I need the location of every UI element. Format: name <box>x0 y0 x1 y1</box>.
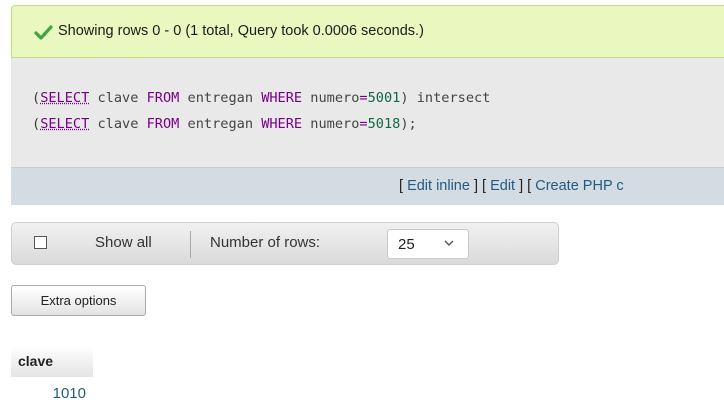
sql-keyword: WHERE <box>261 116 303 132</box>
create-php-code-link[interactable]: Create PHP c <box>535 178 623 194</box>
divider <box>190 231 191 258</box>
success-message-text: Showing rows 0 - 0 (1 total, Query took … <box>58 23 424 39</box>
number-of-rows-value: 25 <box>398 236 415 253</box>
column-header-label: clave <box>18 353 54 369</box>
sql-keyword: FROM <box>146 90 180 106</box>
table-cell[interactable]: 1010 <box>11 377 93 405</box>
show-all-checkbox[interactable] <box>34 236 47 249</box>
sql-keyword: FROM <box>146 116 180 132</box>
sql-token: clave <box>89 90 147 106</box>
sql-token: clave <box>89 116 147 132</box>
sql-keyword-link[interactable]: SELECT <box>40 116 89 132</box>
sql-token: ); <box>400 116 417 132</box>
sql-keyword-link[interactable]: SELECT <box>40 90 89 106</box>
sql-token: ( <box>32 116 41 132</box>
sql-operator: = <box>359 116 368 132</box>
sql-query-box: (SELECT clave FROM entregan WHERE numero… <box>11 58 724 167</box>
sql-number: 5018 <box>367 116 401 132</box>
show-all-label[interactable]: Show all <box>95 234 152 251</box>
sql-line-2: (SELECT clave FROM entregan WHERE numero… <box>32 116 417 132</box>
column-header-clave[interactable]: clave <box>11 346 93 377</box>
sql-token: numero <box>302 90 360 106</box>
checkmark-icon <box>34 25 53 40</box>
sql-token: entregan <box>179 116 262 132</box>
query-actions: [ Edit inline ] [ Edit ] [ Create PHP c <box>399 178 624 194</box>
sql-token: ) intersect <box>400 90 491 106</box>
bracket: [ <box>399 178 408 194</box>
edit-inline-link[interactable]: Edit inline <box>407 178 470 194</box>
navigation-bar: Show all Number of rows: 25 <box>11 222 559 265</box>
sql-keyword: WHERE <box>261 90 303 106</box>
number-of-rows-label: Number of rows: <box>210 234 321 251</box>
bracket: ] [ <box>515 178 536 194</box>
sql-token: entregan <box>179 90 262 106</box>
cell-value: 1010 <box>52 385 86 402</box>
sql-line-1: (SELECT clave FROM entregan WHERE numero… <box>32 90 490 106</box>
query-actions-bar: [ Edit inline ] [ Edit ] [ Create PHP c <box>11 167 724 205</box>
chevron-down-icon <box>444 240 454 246</box>
sql-token: numero <box>302 116 360 132</box>
success-message-box: Showing rows 0 - 0 (1 total, Query took … <box>11 5 724 58</box>
edit-link[interactable]: Edit <box>490 178 515 194</box>
bracket: ] [ <box>469 178 491 194</box>
extra-options-button[interactable]: Extra options <box>11 285 146 316</box>
sql-operator: = <box>359 90 368 106</box>
sql-number: 5001 <box>367 90 401 106</box>
number-of-rows-select[interactable]: 25 <box>387 229 469 259</box>
sql-token: ( <box>32 90 41 106</box>
